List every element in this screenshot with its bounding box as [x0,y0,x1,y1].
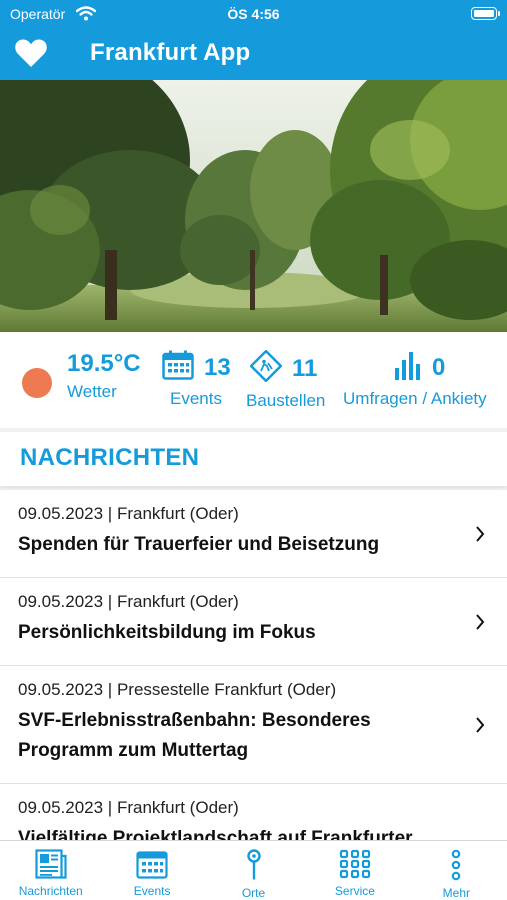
news-meta: 09.05.2023 | Frankfurt (Oder) [18,798,239,817]
stats-strip: 19.5°C Wetter 13 Events 11 Baustellen 0 … [0,332,507,428]
tab-service[interactable]: Service [304,841,405,900]
status-bar: Operatör ÖS 4:56 [0,0,507,30]
bar-chart-icon [394,350,422,385]
news-title: SVF-Erlebnisstraßenbahn: Besonderes Prog… [18,710,371,761]
tab-nachrichten[interactable]: Nachrichten [0,841,101,900]
news-meta: 09.05.2023 | Frankfurt (Oder) [18,592,239,611]
tab-label: Nachrichten [18,884,83,898]
news-meta: 09.05.2023 | Pressestelle Frankfurt (Ode… [18,680,337,699]
weather-label: Wetter [67,382,117,401]
news-title: Spenden für Trauerfeier und Beisetzung [18,534,380,555]
more-dots-icon [406,849,507,881]
construction-count: 11 [292,354,318,382]
news-list: 09.05.2023 | Frankfurt (Oder) Spenden fü… [0,490,507,840]
surveys-label: Umfragen / Ankiety [343,389,487,408]
construction-stat[interactable]: 11 Baustellen [246,349,325,411]
weather-stat[interactable]: 19.5°C Wetter [67,350,141,402]
tab-label: Service [334,884,375,898]
heart-icon[interactable] [14,37,48,74]
events-stat[interactable]: 13 Events [162,350,231,409]
tab-bar: Nachrichten Events Orte Service Mehr [0,840,507,900]
weather-value: 19.5°C [67,350,141,377]
tab-label: Mehr [442,886,470,900]
news-item[interactable]: 09.05.2023 | Pressestelle Frankfurt (Ode… [0,666,507,784]
app-title: Frankfurt App [90,39,251,66]
construction-label: Baustellen [246,391,326,410]
news-title: Persönlichkeitsbildung im Fokus [18,622,316,643]
chevron-right-icon [475,716,485,739]
news-section-header: NACHRICHTEN [0,432,507,486]
construction-sign-icon [249,349,283,387]
tab-label: Events [133,884,171,898]
news-item[interactable]: 09.05.2023 | Frankfurt (Oder) Vielfältig… [0,784,507,840]
surveys-stat[interactable]: 0 Umfragen / Ankiety [343,350,487,409]
calendar-icon [101,849,202,879]
battery-icon [471,7,500,20]
nav-bar: Frankfurt App [0,30,507,80]
news-title: Vielfältige Projektlandschaft auf Frankf… [18,828,413,840]
grid-icon [304,849,405,879]
hero-park-image [0,80,507,332]
events-count: 13 [204,353,231,381]
tab-orte[interactable]: Orte [203,841,304,900]
surveys-count: 0 [432,353,446,381]
chevron-right-icon [475,525,485,548]
map-pin-icon [203,849,304,881]
tab-mehr[interactable]: Mehr [406,841,507,900]
news-item[interactable]: 09.05.2023 | Frankfurt (Oder) Persönlich… [0,578,507,666]
chevron-right-icon [475,613,485,636]
weather-sun-icon [22,368,52,398]
section-title: NACHRICHTEN [20,444,200,471]
tab-label: Orte [241,886,266,900]
calendar-icon [162,350,194,385]
news-item[interactable]: 09.05.2023 | Frankfurt (Oder) Spenden fü… [0,490,507,578]
events-label: Events [170,389,222,408]
status-time: ÖS 4:56 [227,6,280,22]
news-meta: 09.05.2023 | Frankfurt (Oder) [18,504,239,523]
tab-events[interactable]: Events [101,841,202,900]
newspaper-icon [0,849,101,879]
